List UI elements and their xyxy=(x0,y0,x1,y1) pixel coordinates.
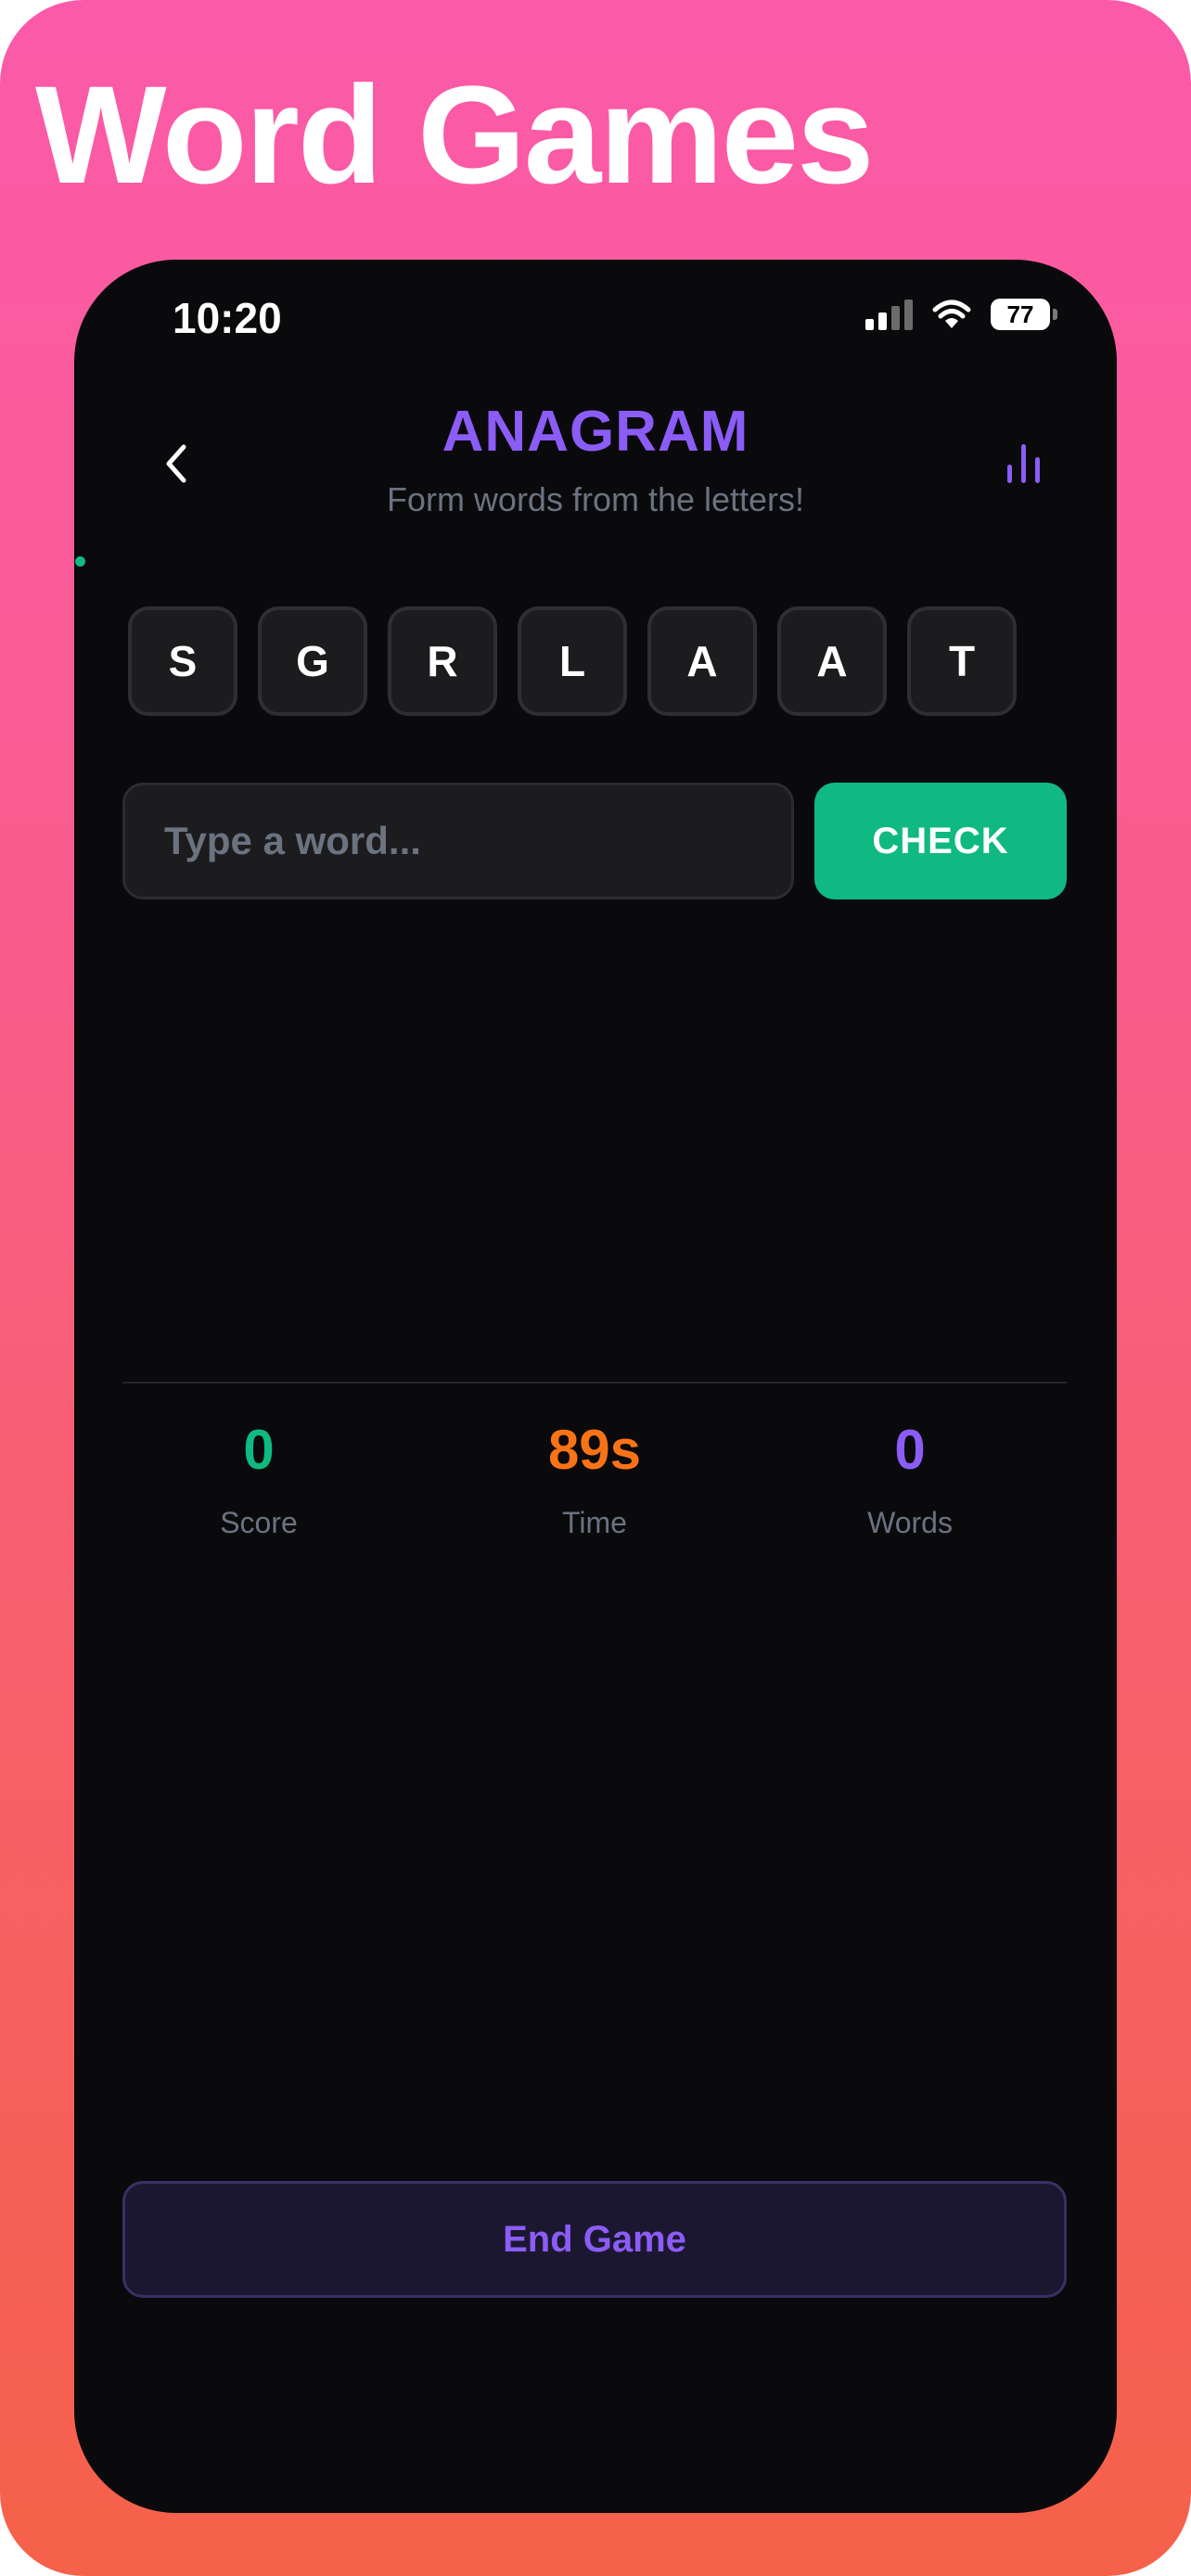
promo-background: Word Games 10:20 77 ANAGRAM Form words f… xyxy=(0,0,1191,2576)
stat-time: 89s Time xyxy=(455,1422,734,1540)
check-button[interactable]: CHECK xyxy=(814,783,1067,899)
battery-level: 77 xyxy=(1006,300,1034,328)
status-time: 10:20 xyxy=(173,294,282,342)
stats-button[interactable] xyxy=(987,427,1061,501)
end-game-button[interactable]: End Game xyxy=(122,2181,1067,2298)
divider xyxy=(122,1382,1067,1384)
score-label: Score xyxy=(220,1506,298,1539)
time-value: 89s xyxy=(547,1419,642,1481)
stat-words: 0 Words xyxy=(771,1422,1049,1540)
time-label: Time xyxy=(562,1506,627,1539)
letter-tile[interactable]: T xyxy=(907,606,1017,716)
letter-tile[interactable]: A xyxy=(647,606,757,716)
words-value: 0 xyxy=(894,1419,926,1481)
bar-chart-icon xyxy=(1007,444,1040,483)
status-icons: 77 xyxy=(865,299,1057,330)
promo-title: Word Games xyxy=(35,57,874,212)
words-label: Words xyxy=(867,1506,953,1539)
stat-score: 0 Score xyxy=(120,1422,398,1540)
letter-tile[interactable]: R xyxy=(388,606,497,716)
word-input[interactable] xyxy=(122,783,794,899)
letter-tiles: S G R L A A T xyxy=(128,606,1017,716)
phone-screen: 10:20 77 ANAGRAM Form words from the let… xyxy=(74,260,1117,2513)
game-subtitle: Form words from the letters! xyxy=(386,480,805,518)
score-value: 0 xyxy=(243,1419,275,1481)
letter-tile[interactable]: L xyxy=(518,606,627,716)
cellular-signal-icon xyxy=(865,299,913,330)
letter-tile[interactable]: G xyxy=(258,606,367,716)
letter-tile[interactable]: A xyxy=(777,606,887,716)
indicator-dot xyxy=(75,556,85,567)
letter-tile[interactable]: S xyxy=(128,606,237,716)
battery-icon: 77 xyxy=(991,299,1057,330)
game-title: ANAGRAM xyxy=(442,400,749,464)
wifi-icon xyxy=(932,300,971,328)
